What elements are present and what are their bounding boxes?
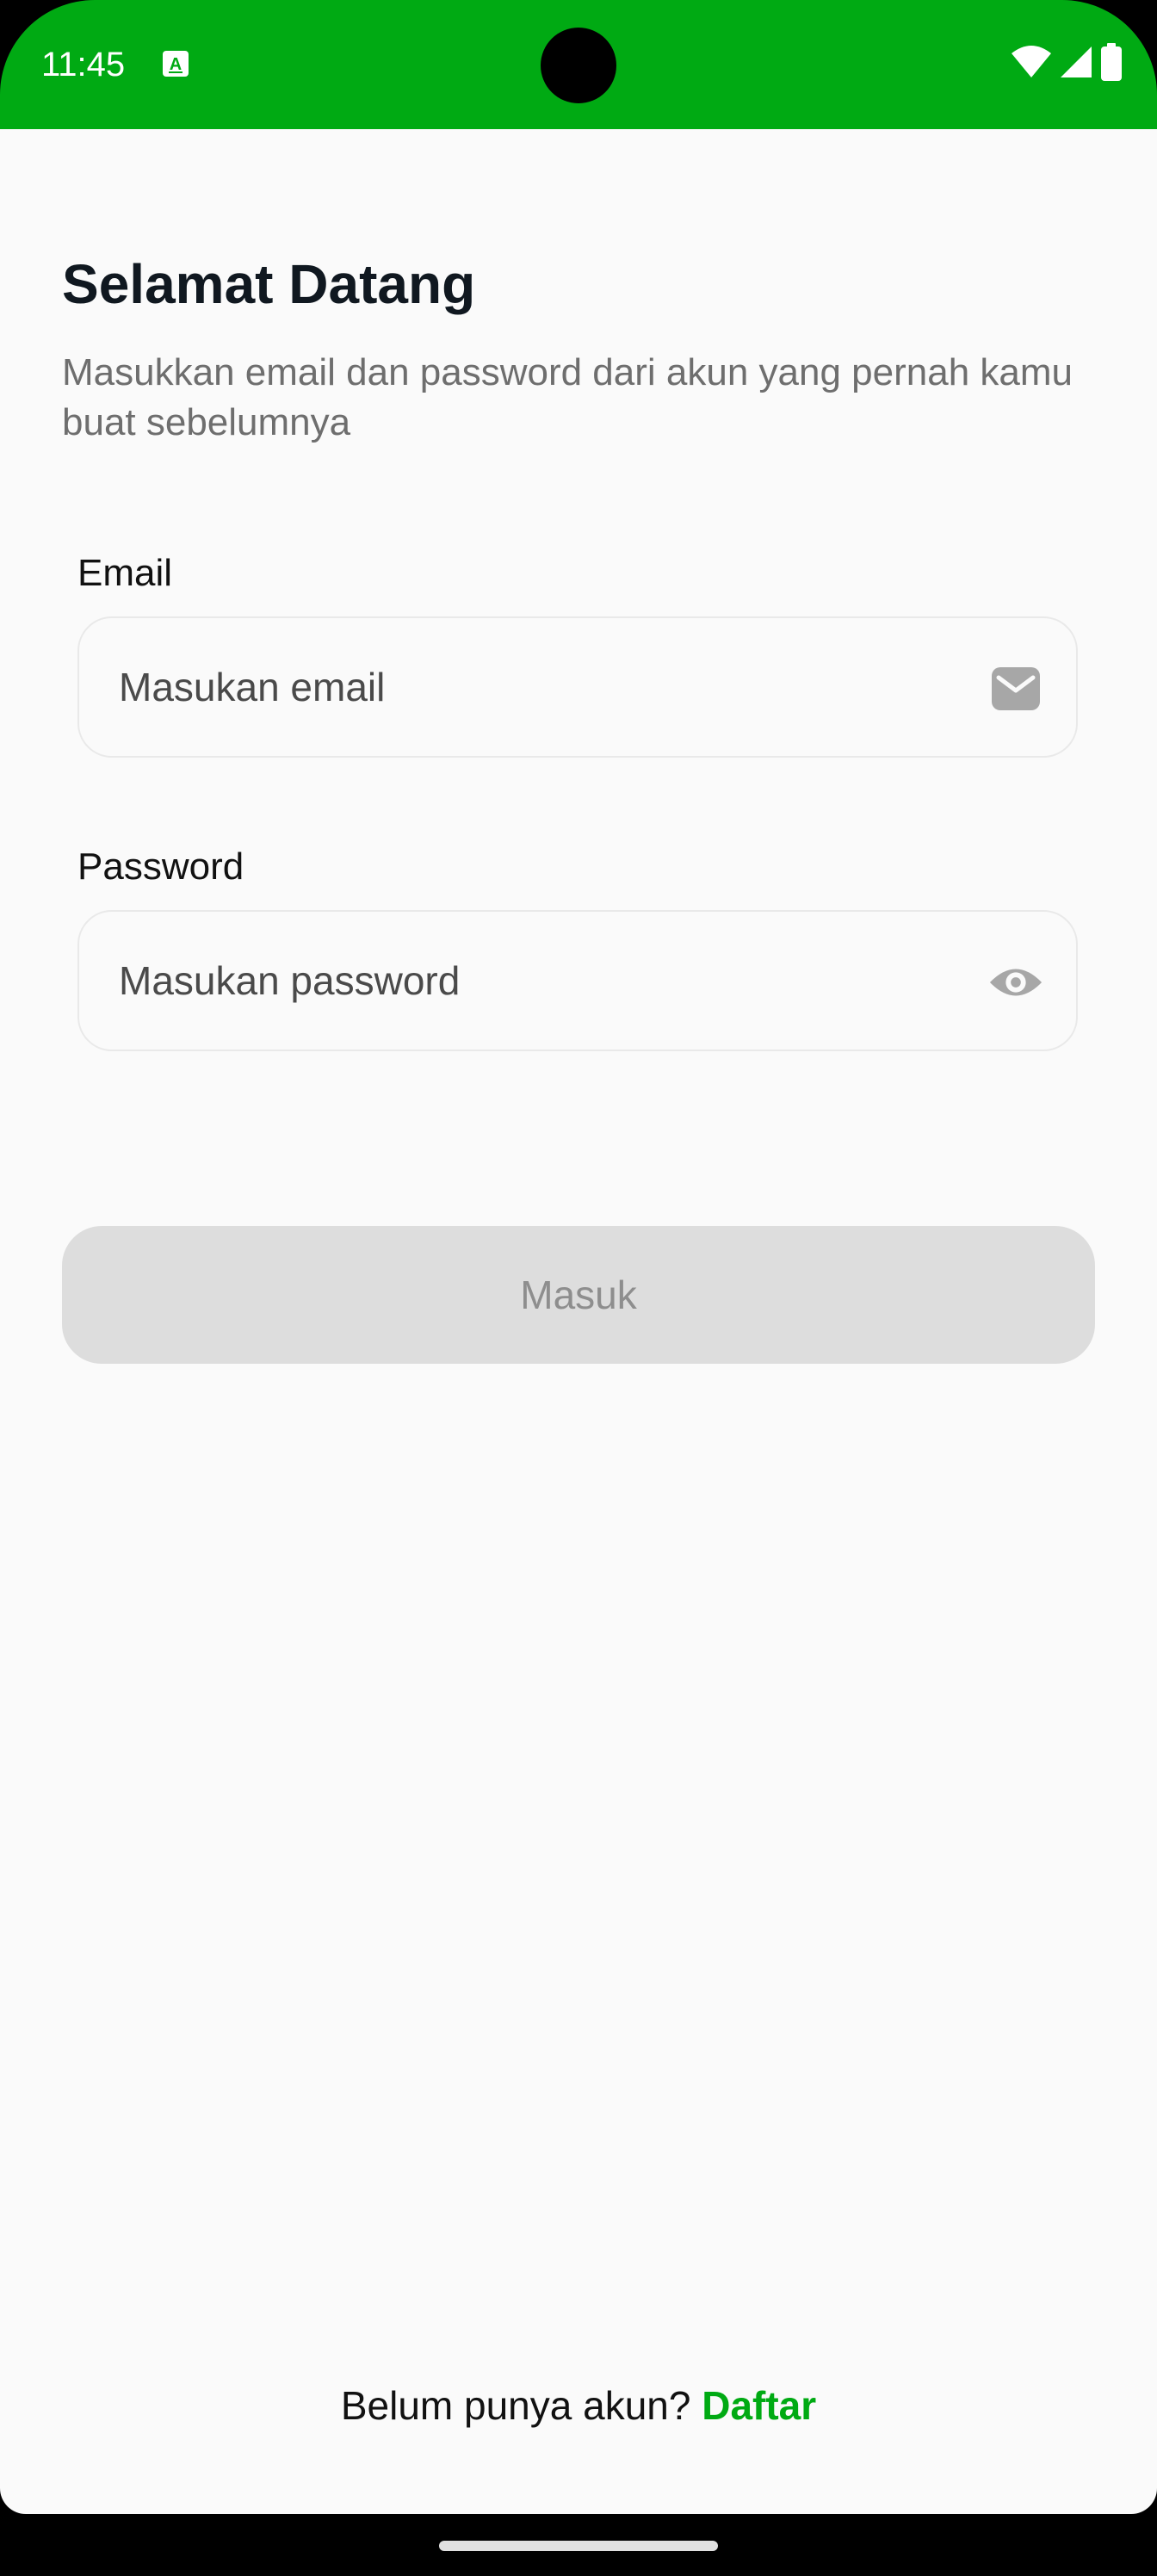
signup-prompt-text: Belum punya akun? xyxy=(340,2383,691,2428)
camera-cutout xyxy=(541,28,616,103)
battery-icon xyxy=(1100,42,1123,85)
password-field[interactable] xyxy=(119,912,945,1050)
a-notification-icon: A xyxy=(162,50,189,77)
eye-icon[interactable] xyxy=(988,957,1043,1008)
phone-screen: 11:45 A Selamat Datang Masukkan email da… xyxy=(0,0,1157,2576)
cellular-signal-icon xyxy=(1059,45,1093,84)
status-bar: 11:45 A xyxy=(0,0,1157,129)
email-label: Email xyxy=(77,552,173,594)
login-button[interactable]: Masuk xyxy=(62,1226,1095,1364)
signup-link[interactable]: Daftar xyxy=(702,2383,816,2428)
login-screen: Selamat Datang Masukkan email dan passwo… xyxy=(0,129,1157,2514)
status-time: 11:45 xyxy=(41,46,126,84)
password-label: Password xyxy=(77,845,244,888)
status-icons xyxy=(1011,42,1123,85)
email-field[interactable] xyxy=(119,618,945,756)
page-subtitle: Masukkan email dan password dari akun ya… xyxy=(62,351,1073,443)
svg-text:A: A xyxy=(170,55,182,74)
email-field-container[interactable] xyxy=(77,616,1078,758)
home-indicator[interactable] xyxy=(439,2541,718,2551)
signup-prompt: Belum punya akun? Daftar xyxy=(0,2380,1157,2431)
wifi-icon xyxy=(1011,45,1052,84)
page-title: Selamat Datang xyxy=(62,253,476,315)
password-field-container[interactable] xyxy=(77,910,1078,1051)
envelope-icon xyxy=(988,663,1043,715)
